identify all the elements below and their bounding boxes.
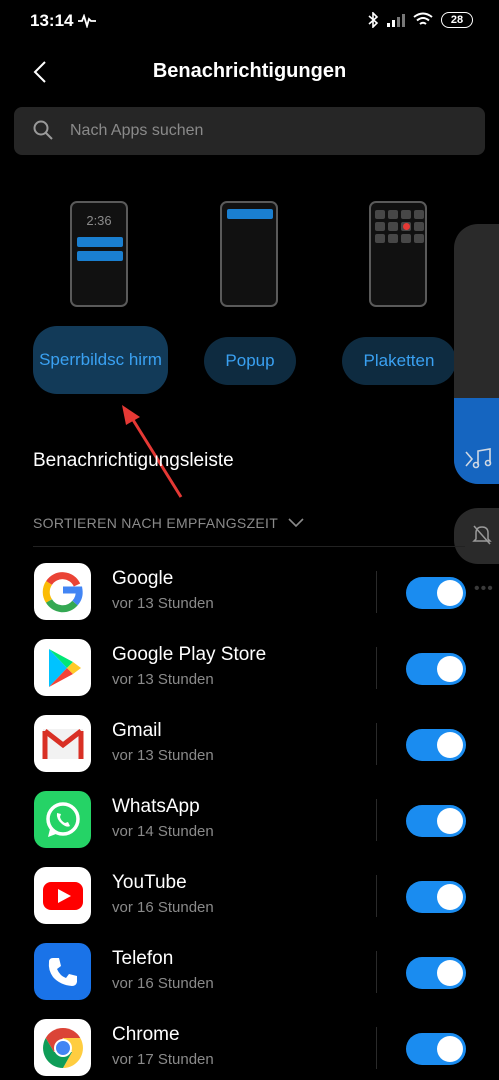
app-name: Google Play Store [112,644,267,665]
volume-level-fill [454,398,499,484]
separator [376,951,377,993]
search-bar[interactable] [14,107,485,155]
app-row-whatsapp[interactable]: WhatsApp vor 14 Stunden [0,783,499,859]
bell-off-icon [472,525,492,545]
sort-dropdown[interactable]: SORTIEREN NACH EMPFANGSZEIT [33,515,304,531]
notification-toggle[interactable] [406,653,466,685]
chevron-down-icon [288,518,304,528]
phone-icon [34,943,91,1000]
header: Benachrichtigungen [0,50,499,94]
youtube-icon [34,867,91,924]
notification-toggle[interactable] [406,957,466,989]
app-name: Chrome [112,1024,180,1045]
app-row-phone[interactable]: Telefon vor 16 Stunden [0,935,499,1011]
lockscreen-preview[interactable]: 2:36 [70,201,128,307]
notification-toggle[interactable] [406,1033,466,1065]
bluetooth-icon [368,12,379,28]
app-time: vor 17 Stunden [112,1051,214,1068]
separator [376,571,377,613]
preview-notification-bar [77,237,123,247]
badges-style-button[interactable]: Plaketten [342,337,456,385]
app-time: vor 14 Stunden [112,823,214,840]
divider [33,546,465,547]
search-input[interactable] [70,107,470,155]
status-bar: 13:14 28 [0,0,499,44]
app-name: Google [112,568,174,589]
wifi-icon [413,12,433,25]
notification-toggle[interactable] [406,805,466,837]
app-row-gmail[interactable]: Gmail vor 13 Stunden [0,707,499,783]
app-name: Telefon [112,948,174,969]
badges-preview[interactable] [369,201,427,307]
separator [376,723,377,765]
popup-style-button[interactable]: Popup [204,337,296,385]
app-time: vor 16 Stunden [112,899,214,916]
notification-toggle[interactable] [406,729,466,761]
app-name: Gmail [112,720,162,741]
preview-notification-bar [227,209,273,219]
lockscreen-preview-time: 2:36 [86,213,112,228]
preview-notification-bar [77,251,123,261]
app-name: WhatsApp [112,796,200,817]
battery-indicator: 28 [441,12,473,28]
volume-slider-panel[interactable] [454,224,499,484]
chrome-icon [34,1019,91,1076]
google-icon [34,563,91,620]
app-row-youtube[interactable]: YouTube vor 16 Stunden [0,859,499,935]
activity-pulse-icon [78,14,96,28]
notification-toggle[interactable] [406,577,466,609]
status-icons: 28 [367,12,473,28]
preview-app-grid [375,210,424,243]
music-note-icon [465,448,492,469]
signal-icon [387,14,405,27]
app-name: YouTube [112,872,187,893]
app-row-google[interactable]: Google vor 13 Stunden [0,555,499,631]
popup-preview[interactable] [220,201,278,307]
separator [376,647,377,689]
app-time: vor 16 Stunden [112,975,214,992]
sort-label: SORTIEREN NACH EMPFANGSZEIT [33,515,279,531]
section-title: Benachrichtigungsleiste [33,450,234,471]
status-time: 13:14 [30,11,74,30]
gmail-icon [34,715,91,772]
separator [376,875,377,917]
lockscreen-style-button[interactable]: Sperrbildsc hirm [33,326,168,394]
separator [376,799,377,841]
play-store-icon [34,639,91,696]
app-time: vor 13 Stunden [112,671,214,688]
page-title: Benachrichtigungen [152,60,347,82]
app-row-play-store[interactable]: Google Play Store vor 13 Stunden [0,631,499,707]
whatsapp-icon [34,791,91,848]
separator [376,1027,377,1069]
notification-toggle[interactable] [406,881,466,913]
app-row-chrome[interactable]: Chrome vor 17 Stunden [0,1011,499,1080]
app-time: vor 13 Stunden [112,595,214,612]
search-icon [33,120,53,140]
app-time: vor 13 Stunden [112,747,214,764]
